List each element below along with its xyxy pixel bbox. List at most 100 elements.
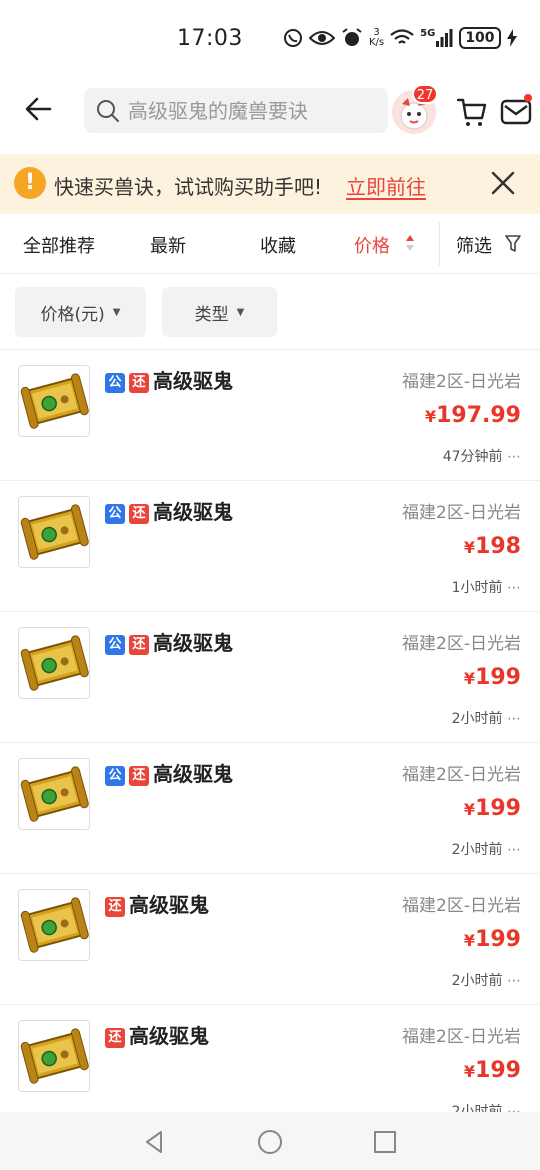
currency-symbol: ¥ [463, 931, 476, 950]
public-tag: 公 [105, 635, 125, 655]
skill-scroll-thumbnail [18, 889, 90, 961]
notice-banner: ! 快速买兽诀，试试购买助手吧! 立即前往 [0, 154, 540, 214]
scroll-image-icon [20, 373, 89, 429]
list-item[interactable]: 公还高级驱鬼 福建2区-日光岩 ¥199 2小时前 ⋯ [0, 612, 540, 743]
price-value: 199 [475, 665, 521, 690]
more-icon[interactable]: ⋯ [507, 973, 521, 989]
currency-symbol: ¥ [424, 407, 437, 426]
listing-time: 47分钟前 ⋯ [443, 446, 521, 466]
listing-title: 高级驱鬼 [153, 369, 233, 393]
back-button[interactable] [24, 94, 64, 130]
tab-newest[interactable]: 最新 [150, 232, 186, 258]
alarm-icon [341, 26, 363, 50]
list-item[interactable]: 公还高级驱鬼 福建2区-日光岩 ¥198 1小时前 ⋯ [0, 481, 540, 612]
price-filter-chip[interactable]: 价格(元) ▼ [15, 287, 146, 337]
listing-server: 福建2区-日光岩 [402, 372, 521, 392]
listing-price: ¥199 [464, 1058, 521, 1083]
cellular-signal-icon: 5G [420, 26, 453, 50]
listing-time: 2小时前 ⋯ [452, 839, 521, 859]
nav-back-icon[interactable] [141, 1128, 169, 1156]
scroll-image-icon [20, 504, 89, 560]
type-filter-label: 类型 [194, 304, 229, 325]
go-now-link[interactable]: 立即前往 [346, 171, 426, 200]
back-arrow-icon [25, 97, 52, 121]
sort-arrows-icon [406, 235, 414, 251]
more-icon[interactable]: ⋯ [507, 842, 521, 858]
listing-price: ¥199 [464, 927, 521, 952]
avatar[interactable]: 27 [392, 84, 438, 134]
unread-dot [524, 94, 532, 102]
filter-funnel-icon[interactable] [505, 235, 521, 253]
listing-title-row: 公还高级驱鬼 [105, 496, 233, 525]
time-text: 2小时前 [451, 711, 503, 727]
nav-recents-icon[interactable] [371, 1128, 399, 1156]
caret-down-icon: ▼ [236, 306, 245, 318]
search-bar[interactable] [84, 88, 388, 133]
skill-scroll-thumbnail [18, 365, 90, 437]
currency-symbol: ¥ [463, 669, 476, 688]
tab-filter[interactable]: 筛选 [456, 232, 492, 258]
return-tag: 还 [129, 635, 149, 655]
tab-price[interactable]: 价格 [354, 232, 390, 258]
return-tag: 还 [105, 1028, 125, 1048]
listing-price: ¥199 [464, 665, 521, 690]
listing-time: 2小时前 ⋯ [452, 708, 521, 728]
list-item[interactable]: 还高级驱鬼 福建2区-日光岩 ¥199 2小时前 ⋯ [0, 874, 540, 1005]
net-speed: 3 K/s [369, 26, 384, 50]
cart-button[interactable] [456, 96, 488, 128]
charging-icon [506, 26, 517, 50]
hd-call-icon [283, 26, 303, 50]
listing-title: 高级驱鬼 [153, 762, 233, 786]
time-text: 47分钟前 [442, 449, 503, 465]
listing-server: 福建2区-日光岩 [402, 634, 521, 654]
nav-home-icon[interactable] [256, 1128, 284, 1156]
tab-divider [439, 222, 440, 266]
currency-symbol: ¥ [463, 1062, 476, 1081]
more-icon[interactable]: ⋯ [507, 580, 521, 596]
close-icon [491, 171, 515, 195]
list-item[interactable]: 公还高级驱鬼 福建2区-日光岩 ¥197.99 47分钟前 ⋯ [0, 350, 540, 481]
scroll-image-icon [20, 635, 89, 691]
tab-all-recommended[interactable]: 全部推荐 [23, 232, 95, 258]
listing-title: 高级驱鬼 [153, 631, 233, 655]
type-filter-chip[interactable]: 类型 ▼ [162, 287, 277, 337]
close-notice-button[interactable] [488, 168, 518, 202]
exclamation-icon: ! [14, 167, 46, 199]
net-speed-unit: K/s [369, 37, 385, 48]
list-item[interactable]: 公还高级驱鬼 福建2区-日光岩 ¥199 2小时前 ⋯ [0, 743, 540, 874]
listing-server: 福建2区-日光岩 [402, 1027, 521, 1047]
return-tag: 还 [129, 766, 149, 786]
time-text: 1小时前 [451, 580, 503, 596]
listing-server: 福建2区-日光岩 [402, 765, 521, 785]
notice-text: 快速买兽诀，试试购买助手吧! [54, 175, 323, 199]
more-icon[interactable]: ⋯ [507, 449, 521, 465]
wifi-icon [390, 26, 414, 50]
system-navigation-bar [0, 1112, 540, 1170]
time-text: 2小时前 [451, 973, 503, 989]
search-header: 27 [0, 80, 540, 152]
listing-price: ¥198 [464, 534, 521, 559]
scroll-image-icon [20, 897, 89, 953]
tab-favorites[interactable]: 收藏 [260, 232, 296, 258]
status-time: 17:03 [177, 26, 243, 51]
listing-title: 高级驱鬼 [129, 893, 209, 917]
listing-title-row: 公还高级驱鬼 [105, 627, 233, 656]
notification-count-badge: 27 [412, 84, 438, 104]
listing-time: 1小时前 ⋯ [452, 577, 521, 597]
skill-scroll-thumbnail [18, 758, 90, 830]
listing-time: 2小时前 ⋯ [452, 970, 521, 990]
public-tag: 公 [105, 766, 125, 786]
currency-symbol: ¥ [463, 800, 476, 819]
skill-scroll-thumbnail [18, 1020, 90, 1092]
price-filter-label: 价格(元) [40, 304, 105, 325]
more-icon[interactable]: ⋯ [507, 711, 521, 727]
caret-down-icon: ▼ [112, 306, 121, 318]
price-value: 198 [475, 534, 521, 559]
skill-scroll-thumbnail [18, 627, 90, 699]
search-input[interactable] [126, 97, 376, 124]
public-tag: 公 [105, 373, 125, 393]
listing-title-row: 公还高级驱鬼 [105, 365, 233, 394]
scroll-image-icon [20, 766, 89, 822]
message-button[interactable] [500, 94, 534, 128]
status-icons: 3 K/s 5G 100 [283, 26, 517, 50]
